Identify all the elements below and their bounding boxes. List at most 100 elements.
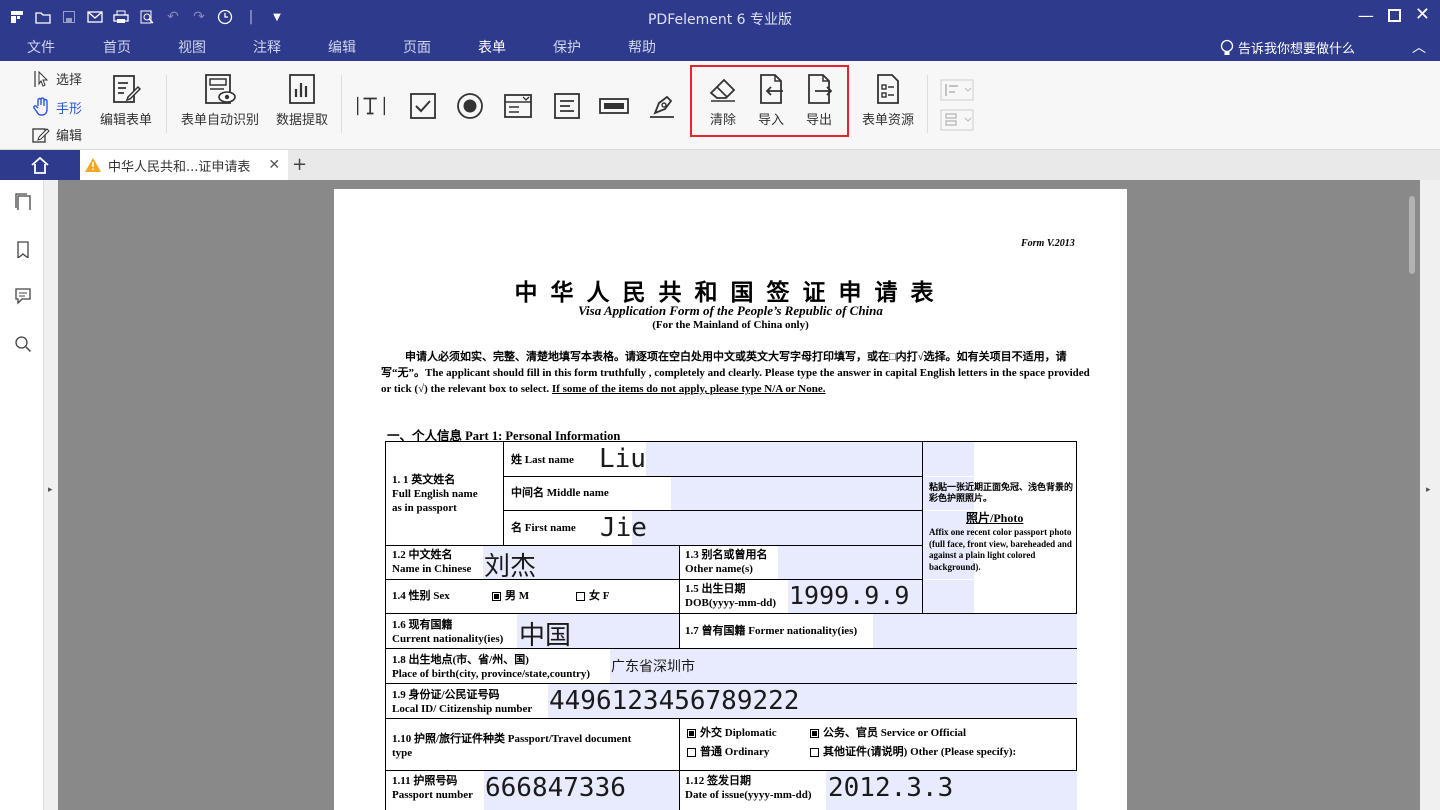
left-sidebar: [0, 180, 44, 810]
form-title-en: Visa Application Form of the People’s Re…: [578, 303, 883, 318]
form-instructions: 申请人必须如实、完整、清楚地填写本表格。请逐项在空白处用中文或英文大写字母打印填…: [381, 349, 1091, 397]
mode-edit-label: 编辑: [56, 129, 83, 144]
mode-select[interactable]: 选择: [32, 69, 82, 88]
ordinary-checkbox[interactable]: [687, 747, 696, 757]
home-icon: [31, 156, 49, 174]
import-icon: [760, 74, 783, 104]
pdf-page: Form V.2013 中华人民共和国签证申请表 Visa Applicatio…: [334, 189, 1127, 810]
ribbon-separator: [927, 75, 928, 133]
instructions-na: If some of the items do not apply, pleas…: [551, 383, 826, 395]
menu-form[interactable]: 表单: [478, 37, 506, 63]
male-checkbox[interactable]: [492, 591, 501, 601]
collapse-ribbon-icon[interactable]: ︿: [1412, 37, 1426, 57]
passport-other-option[interactable]: 其他证件(请说明) Other (Please specify):: [810, 745, 1016, 759]
edit-pencil-icon: [32, 127, 50, 143]
label-birthplace: 1.8 出生地点(市、省/州、国) Place of birth(city, pr…: [392, 654, 591, 680]
menu-page[interactable]: 页面: [403, 37, 431, 57]
label-dob: 1.5 出生日期 DOB(yyyy-mm-dd): [685, 583, 777, 609]
signature-field-icon[interactable]: [647, 91, 677, 121]
form-subtitle: (For the Mainland of China only): [652, 319, 809, 331]
radio-button-icon[interactable]: [455, 91, 485, 121]
bookmark-icon[interactable]: [14, 240, 32, 258]
menu-file[interactable]: 文件: [27, 37, 55, 57]
data-extract-button[interactable]: 数据提取: [276, 73, 328, 128]
photo-instructions-cn: 粘贴一张近期正面免冠、浅色背景的彩色护照照片。: [929, 482, 1074, 503]
mode-edit[interactable]: 编辑: [32, 125, 82, 144]
tell-me-search[interactable]: 告诉我你想要做什么: [1220, 38, 1355, 57]
text-field-icon[interactable]: [356, 91, 386, 121]
local-id-value: 4496123456789222: [549, 686, 800, 716]
maximize-icon[interactable]: [1387, 6, 1401, 26]
expand-panel-icon[interactable]: ▸: [48, 485, 53, 495]
passport-number-value: 666847336: [485, 773, 626, 803]
label-current-nationality: 1.6 现有国籍 Current nationality(ies): [392, 619, 504, 645]
search-icon[interactable]: [14, 335, 32, 353]
label-passport-type: 1.10 护照/旅行证件种类 Passport/Travel document t…: [392, 733, 632, 759]
menu-edit[interactable]: 编辑: [328, 37, 356, 57]
passport-ordinary-option[interactable]: 普通 Ordinary: [687, 745, 769, 759]
import-button[interactable]: 导入: [755, 73, 787, 128]
service-checkbox[interactable]: [810, 728, 819, 738]
button-field-icon[interactable]: [599, 91, 629, 121]
mode-hand-label: 手形: [56, 101, 83, 117]
new-tab-icon[interactable]: +: [292, 154, 307, 175]
chinese-name-value: 刘杰: [484, 552, 537, 582]
align-left-dropdown-icon[interactable]: [940, 79, 974, 101]
diplomatic-checkbox[interactable]: [687, 728, 696, 738]
personal-info-table: 1. 1 英文姓名 Full English name as in passport…: [385, 441, 1077, 810]
document-tab-bar: 中华人民共和...证申请表 ✕ +: [0, 150, 1440, 180]
combo-box-icon[interactable]: [503, 91, 533, 121]
distribute-dropdown-icon[interactable]: [940, 109, 974, 131]
label-chinese-name: 1.2 中文姓名 Name in Chinese: [392, 549, 472, 575]
label-last-name: 姓 Last name: [511, 454, 574, 466]
comment-icon[interactable]: [14, 287, 32, 305]
menu-view[interactable]: 视图: [178, 37, 206, 57]
document-tab[interactable]: 中华人民共和...证申请表 ✕: [80, 150, 288, 180]
form-resources-button[interactable]: 表单资源: [862, 73, 914, 128]
menu-protect[interactable]: 保护: [553, 37, 581, 57]
app-title: PDFelement 6 专业版: [647, 12, 793, 28]
close-tab-icon[interactable]: ✕: [268, 157, 280, 173]
label-sex: 1.4 性别 Sex: [392, 590, 450, 602]
thumbnails-icon[interactable]: [14, 192, 32, 210]
clear-button[interactable]: 清除: [707, 73, 739, 128]
vertical-scrollbar-thumb[interactable]: [1409, 196, 1415, 274]
home-tab[interactable]: [0, 150, 80, 180]
right-panel-gutter: ▸: [1420, 180, 1440, 810]
dob-value: 1999.9.9: [789, 581, 910, 610]
minimize-icon[interactable]: —: [1358, 6, 1374, 26]
former-nationality-field[interactable]: [873, 614, 1077, 648]
menu-comment[interactable]: 注释: [253, 37, 281, 57]
cursor-icon: [34, 70, 49, 87]
checkbox-field-icon[interactable]: [408, 91, 438, 121]
mode-hand[interactable]: 手形: [32, 97, 82, 117]
lightbulb-icon: [1220, 39, 1234, 55]
label-middle-name: 中间名 Middle name: [511, 487, 609, 499]
ribbon-separator: [166, 75, 167, 133]
menu-home[interactable]: 首页: [103, 37, 131, 57]
passport-service-option[interactable]: 公务、官员 Service or Official: [810, 726, 966, 740]
last-name-value: Liu: [599, 444, 646, 474]
document-workspace: Form V.2013 中华人民共和国签证申请表 Visa Applicatio…: [58, 180, 1420, 810]
sex-male-option[interactable]: 男 M: [492, 589, 529, 603]
title-bar: ↶ ↷ | ▼ PDFelement 6 专业版 — ✕: [0, 0, 1440, 34]
auto-recognize-button[interactable]: 表单自动识别: [181, 73, 259, 128]
other-checkbox[interactable]: [810, 747, 819, 757]
form-recognize-icon: [205, 74, 236, 104]
window-controls: — ✕: [1358, 6, 1430, 26]
sex-female-option[interactable]: 女 F: [576, 589, 609, 603]
export-button[interactable]: 导出: [803, 73, 835, 128]
list-box-icon[interactable]: [552, 91, 582, 121]
female-checkbox[interactable]: [576, 591, 585, 601]
passport-diplomatic-option[interactable]: 外交 Diplomatic: [687, 726, 777, 740]
menu-bar: 文件 首页 视图 注释 编辑 页面 表单 保护 帮助 告诉我你想要做什么 ︿: [0, 34, 1440, 63]
document-tab-title: 中华人民共和...证申请表: [108, 159, 251, 175]
issue-date-value: 2012.3.3: [828, 773, 954, 803]
edit-form-button[interactable]: 编辑表单: [100, 73, 152, 128]
expand-right-panel-icon[interactable]: ▸: [1426, 485, 1431, 495]
close-icon[interactable]: ✕: [1415, 6, 1430, 26]
last-name-field[interactable]: [646, 442, 974, 476]
eraser-icon: [709, 78, 736, 102]
edit-form-label: 编辑表单: [100, 113, 153, 128]
menu-help[interactable]: 帮助: [628, 37, 656, 57]
